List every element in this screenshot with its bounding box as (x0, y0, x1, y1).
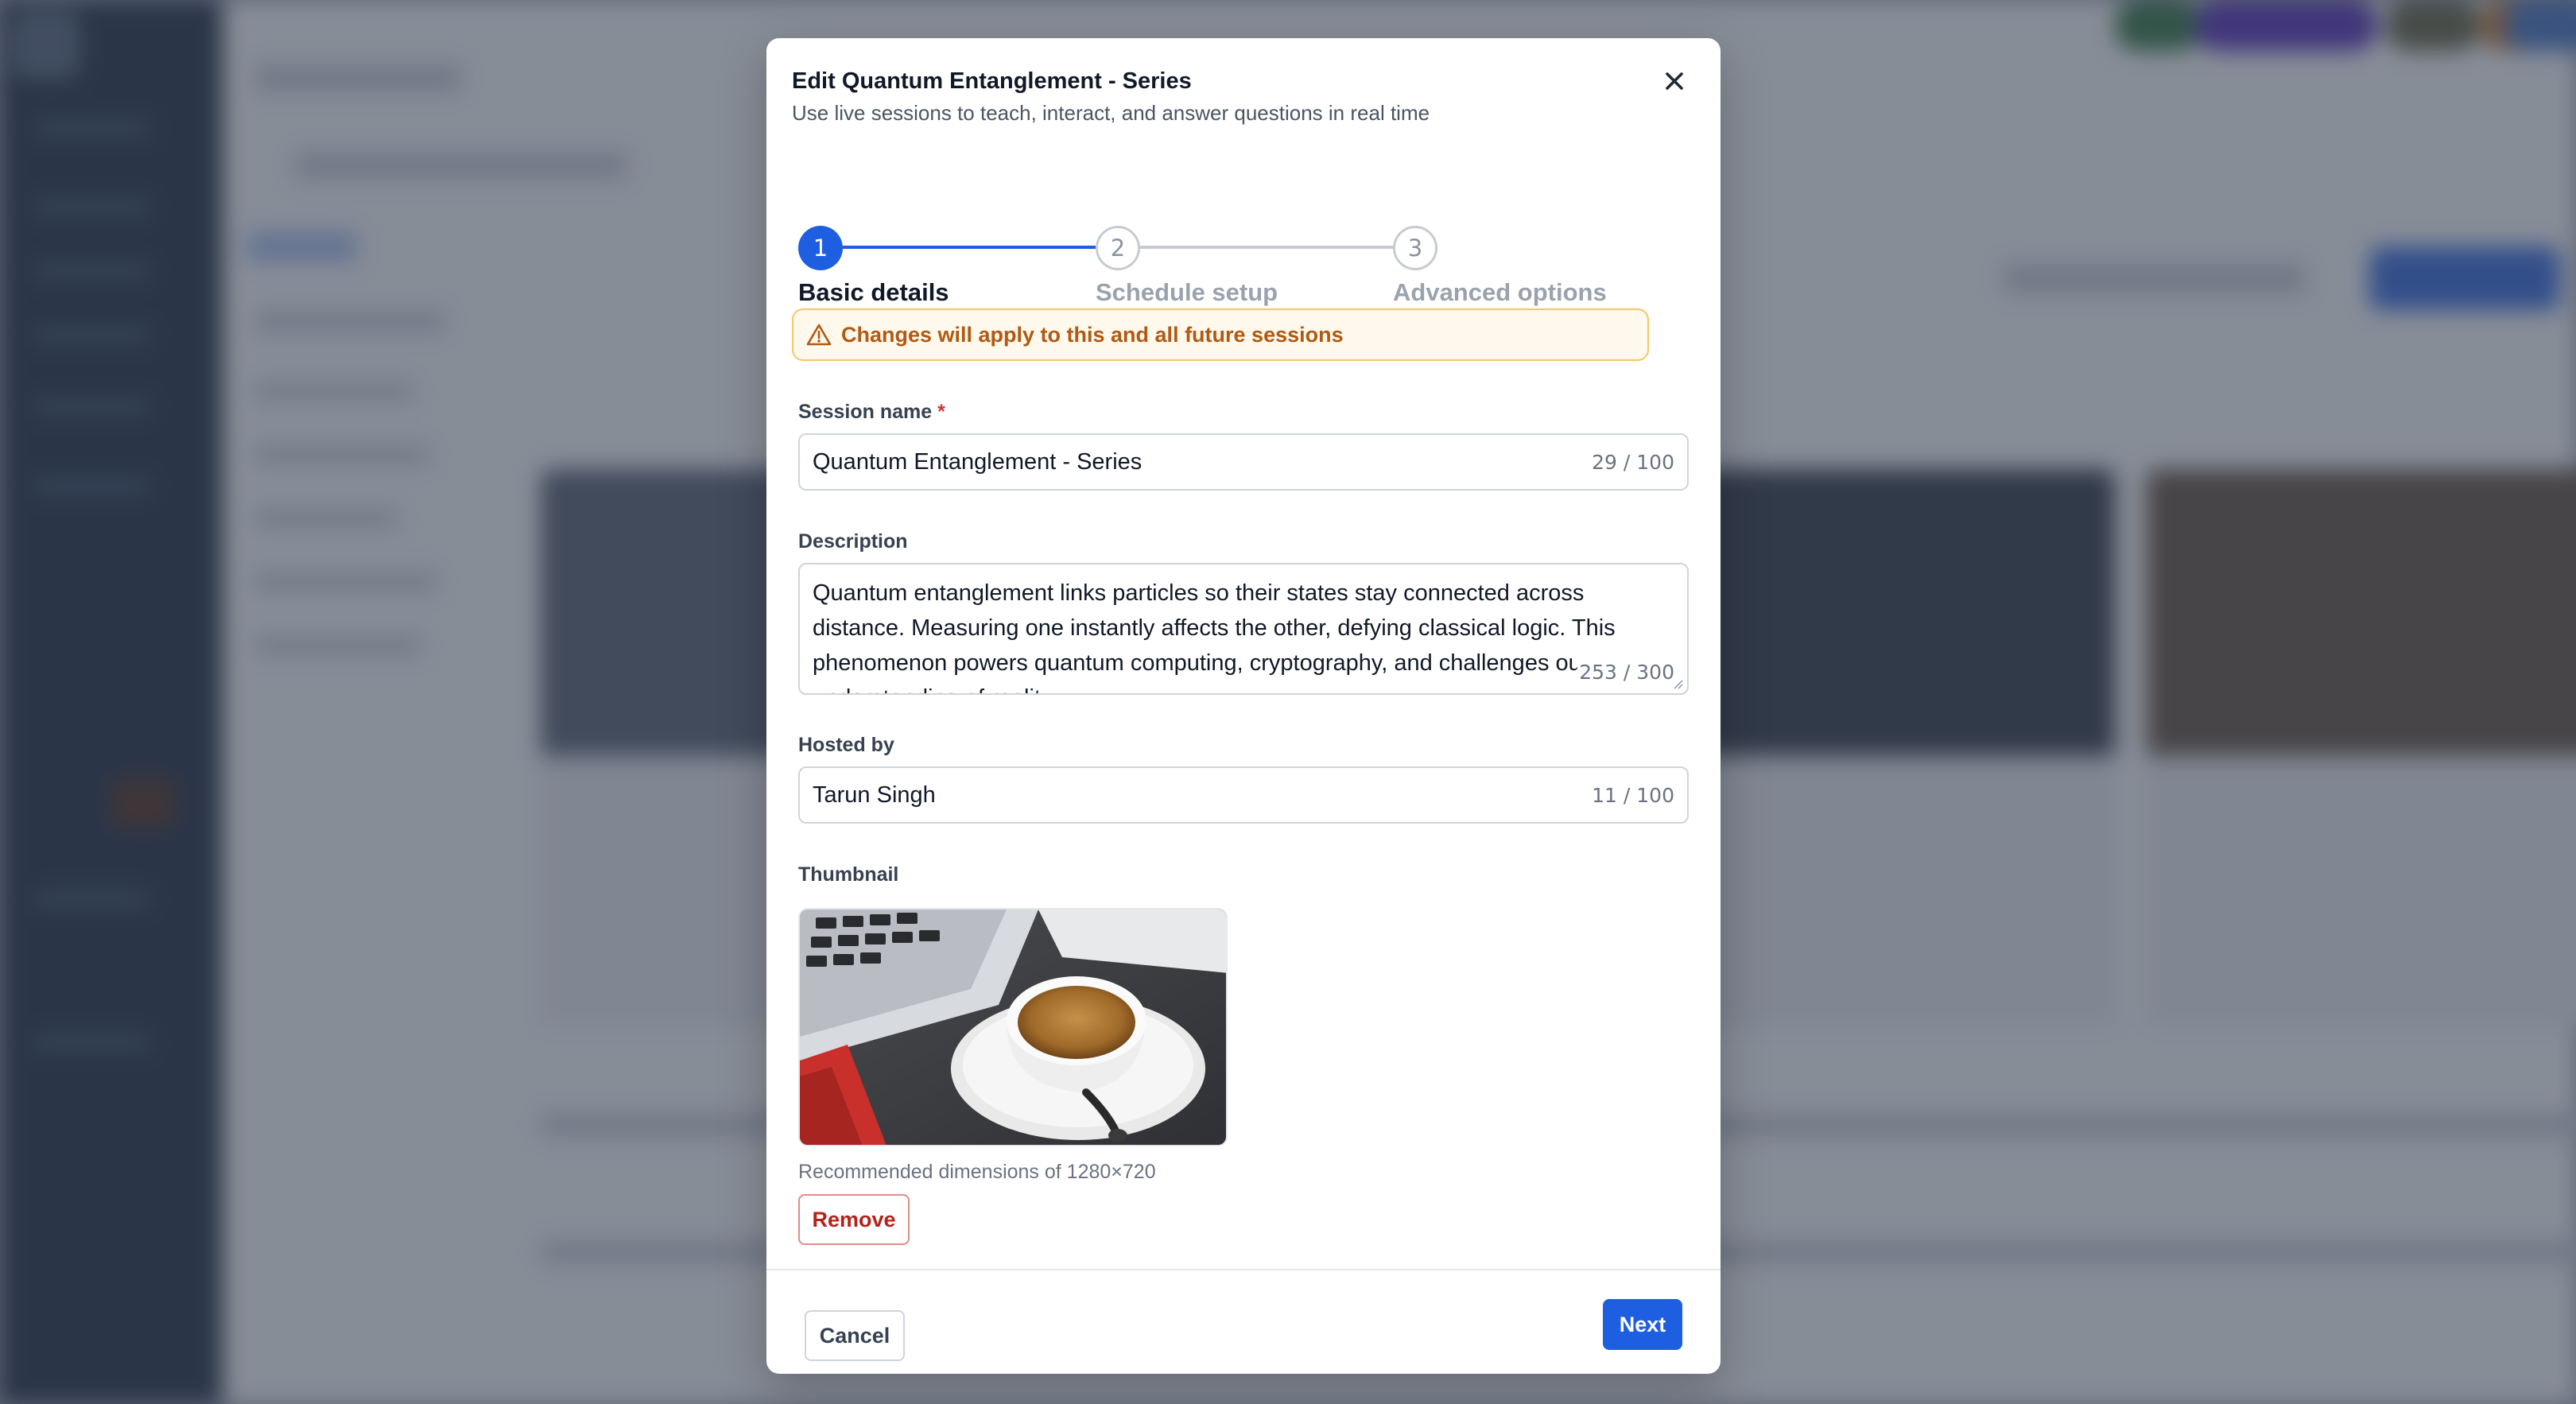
edit-session-modal: Edit Quantum Entanglement - Series Use l… (766, 38, 1721, 1374)
description-value: Quantum entanglement links particles so … (813, 580, 1616, 693)
resize-handle-icon[interactable] (1671, 677, 1684, 690)
step-number: 3 (1407, 235, 1423, 262)
thumbnail-label: Thumbnail (798, 863, 899, 886)
stepper: 1 Basic details 2 Schedule setup 3 Advan… (798, 184, 1607, 306)
hosted-by-input[interactable]: Tarun Singh 11 / 100 (798, 766, 1689, 824)
description-textarea[interactable]: Quantum entanglement links particles so … (798, 563, 1689, 695)
warning-banner: Changes will apply to this and all futur… (792, 308, 1649, 361)
thumbnail-image (798, 908, 1228, 1146)
thumbnail-hint: Recommended dimensions of 1280×720 (798, 1161, 1156, 1183)
session-name-value: Quantum Entanglement - Series (813, 448, 1143, 475)
modal-header: Edit Quantum Entanglement - Series Use l… (792, 65, 1695, 129)
hosted-by-label: Hosted by (798, 734, 894, 756)
cancel-button[interactable]: Cancel (805, 1310, 905, 1361)
step-connector-pending (1140, 246, 1393, 249)
session-name-label-text: Session name (798, 401, 933, 423)
step-1-indicator[interactable]: 1 (798, 226, 843, 270)
warning-banner-text: Changes will apply to this and all futur… (841, 322, 1344, 347)
step-connector-complete (843, 246, 1096, 249)
step-number: 2 (1110, 235, 1126, 262)
step-3-indicator[interactable]: 3 (1393, 226, 1437, 270)
remove-thumbnail-button[interactable]: Remove (798, 1194, 910, 1245)
session-name-label: Session name * (798, 401, 945, 424)
session-name-input[interactable]: Quantum Entanglement - Series 29 / 100 (798, 433, 1689, 491)
modal-footer: Cancel Next (766, 1269, 1721, 1374)
step-number: 1 (813, 235, 828, 262)
close-icon (1666, 72, 1683, 90)
step-3-label[interactable]: Advanced options (1393, 278, 1607, 307)
hosted-by-value: Tarun Singh (813, 782, 936, 808)
required-mark: * (937, 401, 945, 423)
modal-subtitle: Use live sessions to teach, interact, an… (792, 101, 1430, 125)
close-button[interactable] (1655, 62, 1693, 100)
step-1-label[interactable]: Basic details (798, 278, 949, 307)
description-label: Description (798, 530, 908, 553)
warning-triangle-icon (806, 324, 832, 346)
description-counter: 253 / 300 (1577, 655, 1674, 690)
session-name-counter: 29 / 100 (1592, 450, 1674, 474)
step-2-label[interactable]: Schedule setup (1096, 278, 1278, 307)
step-2-indicator[interactable]: 2 (1096, 226, 1140, 270)
next-button[interactable]: Next (1603, 1299, 1682, 1350)
hosted-by-counter: 11 / 100 (1592, 783, 1674, 807)
modal-title: Edit Quantum Entanglement - Series (792, 68, 1192, 94)
